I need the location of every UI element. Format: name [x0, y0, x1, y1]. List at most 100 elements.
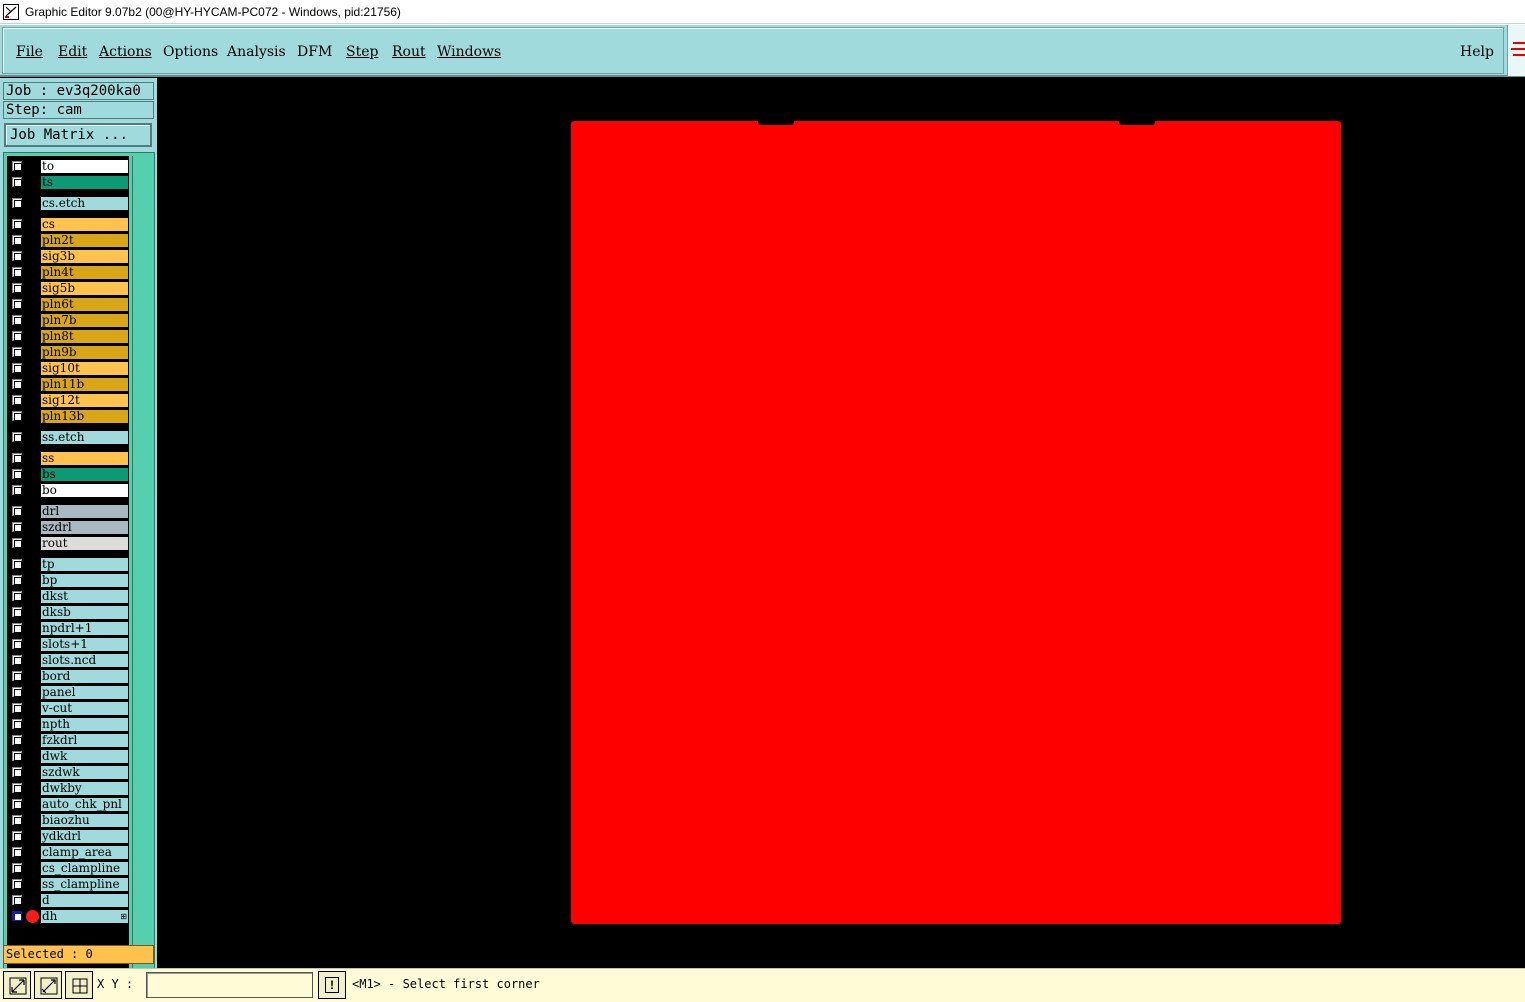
- layer-name[interactable]: dksb: [40, 605, 129, 620]
- layer-row[interactable]: pln13b: [7, 408, 129, 424]
- layer-name[interactable]: ss.etch: [40, 430, 129, 445]
- layer-checkbox[interactable]: [12, 161, 22, 171]
- layer-row[interactable]: dwk: [7, 748, 129, 764]
- layer-name[interactable]: dkst: [40, 589, 129, 604]
- warning-button[interactable]: !: [318, 971, 346, 999]
- layer-name[interactable]: ss: [40, 451, 129, 466]
- layer-checkbox[interactable]: [12, 703, 22, 713]
- layer-row[interactable]: pln2t: [7, 232, 129, 248]
- layer-row[interactable]: slots+1: [7, 636, 129, 652]
- layer-row[interactable]: sig10t: [7, 360, 129, 376]
- layer-name[interactable]: rout: [40, 536, 129, 551]
- layer-checkbox[interactable]: [12, 863, 22, 873]
- menu-windows[interactable]: Windows: [437, 44, 501, 60]
- layer-row[interactable]: npdrl+1: [7, 620, 129, 636]
- layer-checkbox[interactable]: [12, 671, 22, 681]
- layer-row[interactable]: sig5b: [7, 280, 129, 296]
- menu-dfm[interactable]: DFM: [297, 44, 332, 60]
- layer-checkbox[interactable]: [12, 575, 22, 585]
- layer-name[interactable]: panel: [40, 685, 129, 700]
- layer-checkbox[interactable]: [12, 379, 22, 389]
- menu-file[interactable]: File: [16, 44, 43, 60]
- layer-checkbox[interactable]: [12, 299, 22, 309]
- layer-checkbox[interactable]: [12, 623, 22, 633]
- layer-checkbox[interactable]: [12, 267, 22, 277]
- layer-name[interactable]: pln2t: [40, 233, 129, 248]
- xy-coordinate-input[interactable]: [146, 972, 313, 998]
- layer-name[interactable]: ts: [40, 175, 129, 190]
- layer-row[interactable]: cs.etch: [7, 195, 129, 211]
- layer-name[interactable]: v-cut: [40, 701, 129, 716]
- layer-name[interactable]: pln9b: [40, 345, 129, 360]
- layer-row[interactable]: bp: [7, 572, 129, 588]
- layer-row[interactable]: pln11b: [7, 376, 129, 392]
- layer-row[interactable]: npth: [7, 716, 129, 732]
- layer-row[interactable]: sig12t: [7, 392, 129, 408]
- layer-name[interactable]: to: [40, 159, 129, 174]
- layer-checkbox[interactable]: [12, 235, 22, 245]
- layer-checkbox[interactable]: [12, 432, 22, 442]
- layer-checkbox[interactable]: [12, 538, 22, 548]
- layer-name[interactable]: pln7b: [40, 313, 129, 328]
- layer-row[interactable]: drl: [7, 503, 129, 519]
- layer-name[interactable]: fzkdrl: [40, 733, 129, 748]
- layer-row[interactable]: dkst: [7, 588, 129, 604]
- layer-name[interactable]: pln6t: [40, 297, 129, 312]
- layer-checkbox[interactable]: [12, 453, 22, 463]
- layer-checkbox[interactable]: [12, 879, 22, 889]
- layer-row[interactable]: cs_clampline: [7, 860, 129, 876]
- layer-name[interactable]: sig12t: [40, 393, 129, 408]
- layer-row[interactable]: v-cut: [7, 700, 129, 716]
- layer-checkbox[interactable]: [12, 735, 22, 745]
- layer-row[interactable]: auto_chk_pnl: [7, 796, 129, 812]
- layer-checkbox[interactable]: [12, 469, 22, 479]
- layer-row[interactable]: dh ⊞: [7, 908, 129, 924]
- layer-checkbox[interactable]: [12, 751, 22, 761]
- graphics-canvas[interactable]: [157, 78, 1525, 968]
- layer-row[interactable]: dwkby: [7, 780, 129, 796]
- layer-checkbox[interactable]: [12, 687, 22, 697]
- layer-row[interactable]: biaozhu: [7, 812, 129, 828]
- layer-row[interactable]: szdrl: [7, 519, 129, 535]
- layer-name[interactable]: d: [40, 893, 129, 908]
- layer-name[interactable]: biaozhu: [40, 813, 129, 828]
- layer-checkbox[interactable]: [12, 783, 22, 793]
- layer-name[interactable]: slots.ncd: [40, 653, 129, 668]
- layer-row[interactable]: clamp_area: [7, 844, 129, 860]
- layer-name[interactable]: tp: [40, 557, 129, 572]
- layer-checkbox[interactable]: [12, 219, 22, 229]
- layer-row[interactable]: pln4t: [7, 264, 129, 280]
- layer-checkbox[interactable]: [12, 815, 22, 825]
- layer-row[interactable]: pln7b: [7, 312, 129, 328]
- layer-checkbox[interactable]: [12, 591, 22, 601]
- layer-checkbox[interactable]: [12, 506, 22, 516]
- zoom-fit-button[interactable]: [3, 971, 31, 999]
- layer-checkbox[interactable]: [12, 363, 22, 373]
- layer-row[interactable]: pln6t: [7, 296, 129, 312]
- layer-checkbox[interactable]: [12, 559, 22, 569]
- layer-checkbox[interactable]: [12, 411, 22, 421]
- layer-row[interactable]: bo: [7, 482, 129, 498]
- layer-name[interactable]: pln13b: [40, 409, 129, 424]
- layer-name[interactable]: cs.etch: [40, 196, 129, 211]
- layer-name[interactable]: pln11b: [40, 377, 129, 392]
- layer-name[interactable]: auto_chk_pnl: [40, 797, 129, 812]
- layer-row[interactable]: sig3b: [7, 248, 129, 264]
- layer-row[interactable]: pln8t: [7, 328, 129, 344]
- layer-name[interactable]: slots+1: [40, 637, 129, 652]
- menu-edit[interactable]: Edit: [58, 44, 87, 60]
- layer-row[interactable]: rout: [7, 535, 129, 551]
- layer-row[interactable]: ss_clampline: [7, 876, 129, 892]
- layer-name[interactable]: szdwk: [40, 765, 129, 780]
- layer-name[interactable]: bs: [40, 467, 129, 482]
- layer-row[interactable]: ss.etch: [7, 429, 129, 445]
- layer-checkbox[interactable]: [12, 847, 22, 857]
- layer-checkbox[interactable]: [12, 895, 22, 905]
- layer-name[interactable]: szdrl: [40, 520, 129, 535]
- layer-name[interactable]: drl: [40, 504, 129, 519]
- layer-name[interactable]: ss_clampline: [40, 877, 129, 892]
- layer-name[interactable]: bp: [40, 573, 129, 588]
- layer-name[interactable]: dwk: [40, 749, 129, 764]
- layer-checkbox[interactable]: [12, 831, 22, 841]
- layer-checkbox[interactable]: [12, 177, 22, 187]
